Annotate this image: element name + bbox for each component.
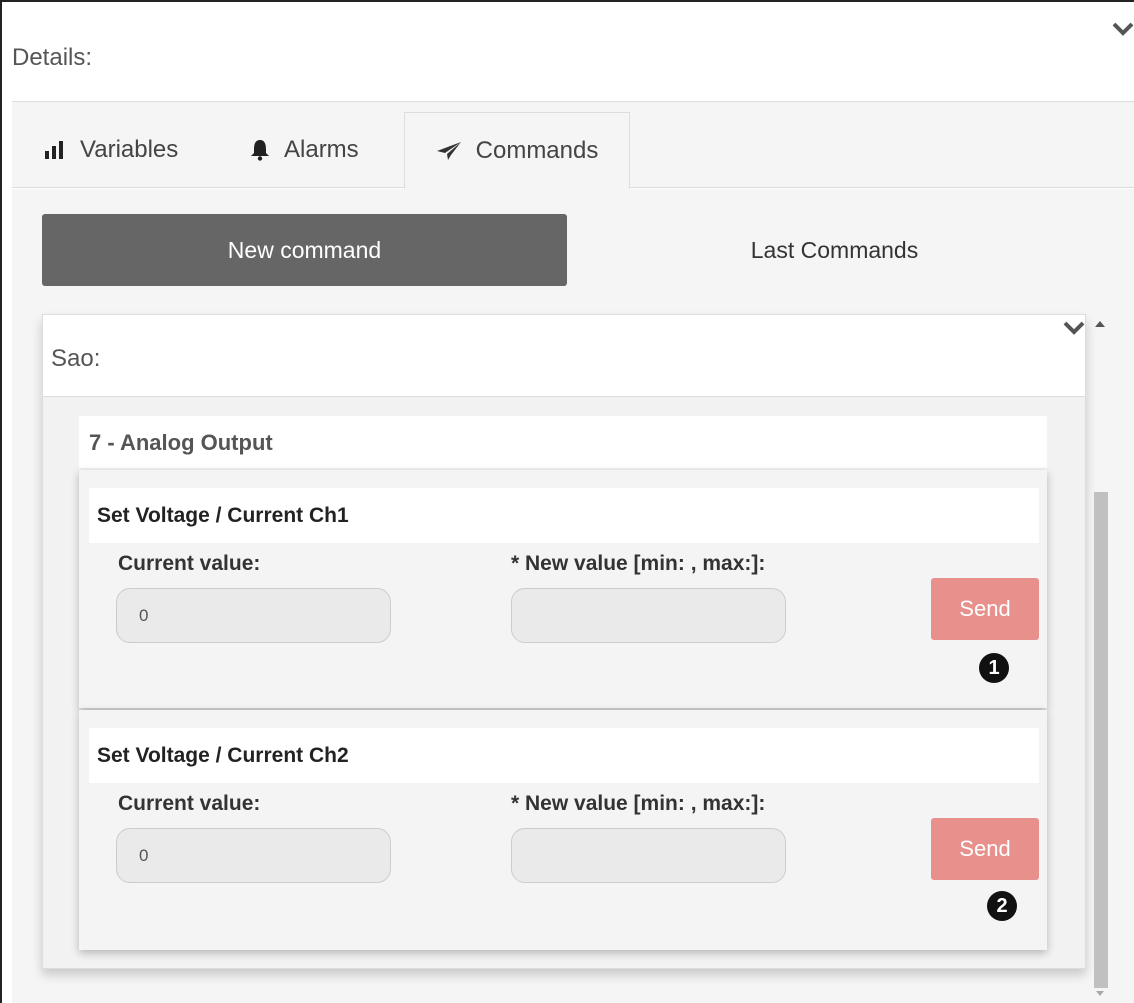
chevron-down-icon[interactable] xyxy=(1112,22,1134,36)
current-value-label: Current value: xyxy=(118,552,261,575)
details-title: Details: xyxy=(12,44,93,71)
command-title: Set Voltage / Current Ch2 xyxy=(97,744,349,767)
new-value-field[interactable] xyxy=(511,828,786,883)
new-value-field[interactable] xyxy=(511,588,786,643)
scroll-up-arrow-icon[interactable] xyxy=(1095,321,1105,327)
callout-badge: 2 xyxy=(987,891,1017,921)
commands-panel: New command Last Commands Sao: 7 - Analo… xyxy=(12,189,1134,1003)
bar-chart-icon xyxy=(44,140,66,160)
tab-label: Variables xyxy=(80,136,179,163)
new-value-label: * New value [min: , max:]: xyxy=(511,792,766,815)
scroll-down-arrow-icon[interactable] xyxy=(1096,991,1104,996)
analog-output-title: 7 - Analog Output xyxy=(89,430,273,455)
sao-title: Sao: xyxy=(51,345,101,372)
command-title-bar: Set Voltage / Current Ch1 xyxy=(89,488,1039,543)
scrollbar[interactable] xyxy=(1090,319,1112,1003)
window-frame: Details: Variables Alarms Commands New c… xyxy=(0,0,1134,1003)
tab-bar: Variables Alarms Commands xyxy=(12,102,1134,189)
command-card: Set Voltage / Current Ch1 Current value:… xyxy=(79,470,1047,708)
analog-output-header: 7 - Analog Output xyxy=(79,416,1047,468)
last-commands-button[interactable]: Last Commands xyxy=(572,214,1097,286)
tab-commands[interactable]: Commands xyxy=(404,112,630,189)
details-header: Details: xyxy=(12,2,1134,102)
tab-variables[interactable]: Variables xyxy=(44,112,178,188)
current-value-label: Current value: xyxy=(118,792,261,815)
current-value-field xyxy=(116,588,391,643)
scrollbar-thumb[interactable] xyxy=(1094,492,1108,988)
chevron-down-icon[interactable] xyxy=(1063,321,1085,335)
tab-label: Commands xyxy=(475,136,599,164)
tab-label: Alarms xyxy=(284,136,359,163)
callout-badge: 1 xyxy=(979,653,1009,683)
new-value-label: * New value [min: , max:]: xyxy=(511,552,766,575)
command-title-bar: Set Voltage / Current Ch2 xyxy=(89,728,1039,783)
sao-header: Sao: xyxy=(43,315,1085,397)
bell-icon xyxy=(250,139,270,161)
command-card: Set Voltage / Current Ch2 Current value:… xyxy=(79,710,1047,950)
send-button[interactable]: Send xyxy=(931,818,1039,880)
send-button[interactable]: Send xyxy=(931,578,1039,640)
current-value-field xyxy=(116,828,391,883)
new-command-button[interactable]: New command xyxy=(42,214,567,286)
tab-alarms[interactable]: Alarms xyxy=(250,112,359,188)
paper-plane-icon xyxy=(436,141,462,161)
command-title: Set Voltage / Current Ch1 xyxy=(97,504,349,527)
